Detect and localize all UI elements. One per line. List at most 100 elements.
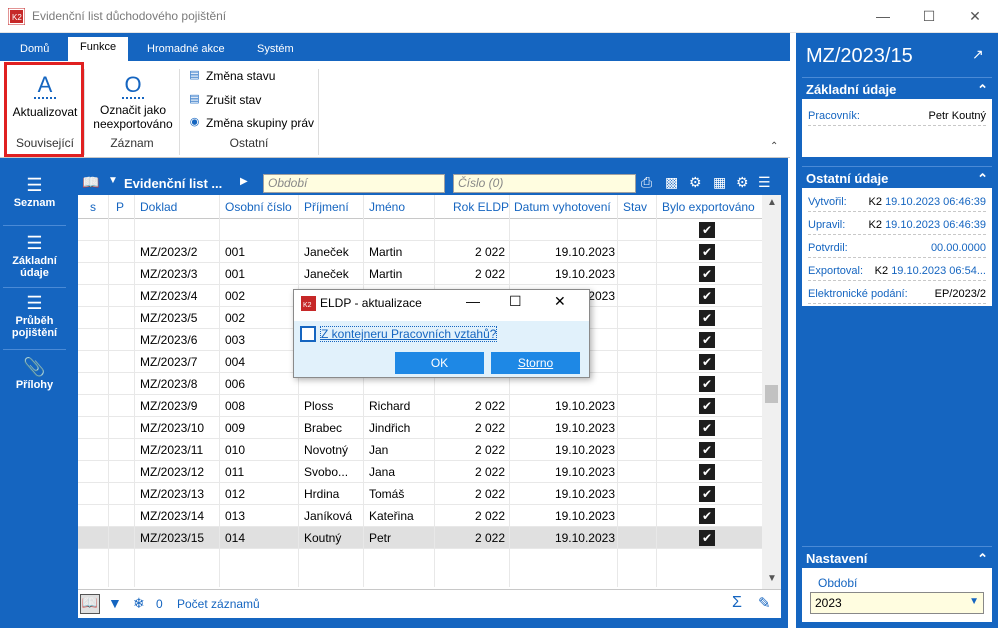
- cell-prijmeni: Janeček: [304, 245, 349, 259]
- vertical-scrollbar[interactable]: ▲ ▼: [762, 195, 781, 589]
- exported-checkbox[interactable]: ✔: [699, 244, 715, 260]
- obdobi-select[interactable]: 2023 ▼: [810, 592, 984, 614]
- cell-osc: 014: [225, 531, 246, 545]
- exported-checkbox[interactable]: ✔: [699, 486, 715, 502]
- nav-zakladni-udaje[interactable]: ☰ Základní údaje: [3, 226, 66, 288]
- collapse-ribbon-icon[interactable]: ⌃: [770, 141, 778, 152]
- cislo-filter-input[interactable]: Číslo (0): [453, 174, 636, 193]
- table-row[interactable]: ✔: [78, 219, 762, 241]
- scroll-down-icon[interactable]: ▼: [767, 573, 777, 584]
- dropdown-icon[interactable]: ▼: [969, 596, 979, 607]
- col-prijmeni[interactable]: Příjmení: [304, 200, 349, 214]
- kontejner-label[interactable]: Z kontejneru Pracovních vztahů?: [319, 326, 498, 342]
- record-count-label[interactable]: Počet záznamů: [177, 597, 260, 611]
- exportoval-date: 19.10.2023 06:54...: [891, 265, 986, 277]
- table-row[interactable]: MZ/2023/14 013 Janíková Kateřina 2 022 19.10.…: [78, 505, 762, 527]
- cell-prijmeni: Svobo...: [304, 465, 349, 479]
- table-row[interactable]: MZ/2023/10 009 Brabec Jindřich 2 022 19.10.20…: [78, 417, 762, 439]
- exported-checkbox[interactable]: ✔: [699, 420, 715, 436]
- cell-datum: 19.10.2023: [554, 487, 615, 501]
- menu-icon[interactable]: ☰: [758, 174, 771, 191]
- collapse-icon-2[interactable]: ⌃: [977, 171, 988, 187]
- columns-icon[interactable]: ▦: [713, 174, 726, 191]
- section-nastaveni[interactable]: Nastavení ⌃: [802, 546, 992, 568]
- sum-icon[interactable]: Σ: [732, 594, 742, 612]
- exported-checkbox[interactable]: ✔: [699, 266, 715, 282]
- exported-checkbox[interactable]: ✔: [699, 530, 715, 546]
- cell-jmeno: Jindřich: [369, 421, 411, 435]
- maximize-button[interactable]: ☐: [906, 0, 952, 32]
- col-doklad[interactable]: Doklad: [140, 200, 177, 214]
- scroll-up-icon[interactable]: ▲: [767, 197, 777, 208]
- table-row[interactable]: MZ/2023/13 012 Hrdina Tomáš 2 022 19.10.2023 ✔: [78, 483, 762, 505]
- tab-system[interactable]: Systém: [257, 43, 294, 55]
- cell-datum: 19.10.2023: [554, 399, 615, 413]
- dialog-title: ELDP - aktualizace: [320, 296, 422, 310]
- col-bylo-exportovano[interactable]: Bylo exportováno: [662, 200, 755, 214]
- tab-domu[interactable]: Domů: [20, 43, 49, 55]
- chart-icon[interactable]: ▩: [665, 174, 678, 191]
- col-p[interactable]: P: [116, 200, 124, 214]
- book-footer-icon[interactable]: 📖: [80, 594, 100, 614]
- chevron-down-icon[interactable]: ▼: [108, 175, 118, 186]
- table-row[interactable]: MZ/2023/12 011 Svobo... Jana 2 022 19.10.2023…: [78, 461, 762, 483]
- obdobi-filter-input[interactable]: Období: [263, 174, 445, 193]
- col-rok-eldp[interactable]: Rok ELDP: [453, 200, 509, 214]
- scroll-thumb[interactable]: [765, 385, 778, 403]
- oznacit-neexportovano-button[interactable]: O Označit jako neexportováno: [90, 73, 176, 132]
- section-zakladni-udaje[interactable]: Základní údaje ⌃: [802, 77, 992, 99]
- table-row[interactable]: MZ/2023/15 014 Koutný Petr 2 022 19.10.2023 ✔: [78, 527, 762, 549]
- tab-funkce[interactable]: Funkce: [68, 37, 129, 61]
- zmena-stavu-button[interactable]: ▤ Změna stavu: [188, 67, 275, 85]
- exported-checkbox[interactable]: ✔: [699, 398, 715, 414]
- filter-icon[interactable]: ▼: [108, 595, 122, 611]
- nav-prilohy[interactable]: 📎 Přílohy: [3, 350, 66, 408]
- ok-button[interactable]: OK: [395, 352, 484, 374]
- dialog-close-button[interactable]: ✕: [554, 293, 566, 310]
- minimize-button[interactable]: —: [860, 0, 906, 32]
- exported-checkbox[interactable]: ✔: [699, 288, 715, 304]
- exported-checkbox[interactable]: ✔: [699, 332, 715, 348]
- exported-checkbox[interactable]: ✔: [699, 376, 715, 392]
- dialog-maximize-button[interactable]: ☐: [509, 293, 522, 310]
- storno-button[interactable]: Storno: [491, 352, 580, 374]
- kontejner-checkbox[interactable]: [300, 326, 316, 342]
- collapse-icon-3[interactable]: ⌃: [977, 551, 988, 567]
- settings-icon[interactable]: ⚙: [736, 174, 749, 191]
- table-row[interactable]: MZ/2023/9 008 Ploss Richard 2 022 19.10.2023 ✔: [78, 395, 762, 417]
- exported-checkbox[interactable]: ✔: [699, 310, 715, 326]
- table-row[interactable]: MZ/2023/11 010 Novotný Jan 2 022 19.10.2023 ✔: [78, 439, 762, 461]
- exported-checkbox[interactable]: ✔: [699, 442, 715, 458]
- zmena-skupiny-prav-button[interactable]: ◉ Změna skupiny práv: [188, 114, 314, 132]
- exported-checkbox[interactable]: ✔: [699, 464, 715, 480]
- col-datum-vyhotoveni[interactable]: Datum vyhotovení: [514, 200, 611, 214]
- collapse-icon[interactable]: ⌃: [977, 82, 988, 98]
- print-icon[interactable]: ⎙: [641, 174, 652, 191]
- grid-name[interactable]: Evidenční list ...: [124, 176, 222, 191]
- tab-hromadne-akce[interactable]: Hromadné akce: [147, 43, 225, 55]
- close-button[interactable]: ✕: [952, 0, 998, 32]
- exported-checkbox[interactable]: ✔: [699, 354, 715, 370]
- col-osobni-cislo[interactable]: Osobní číslo: [225, 200, 292, 214]
- popout-icon[interactable]: ↗: [972, 46, 984, 63]
- vytvoril-user: K2: [868, 196, 882, 208]
- table-row[interactable]: MZ/2023/2 001 Janeček Martin 2 022 19.10.2023…: [78, 241, 762, 263]
- oznacit-icon: O: [122, 73, 144, 99]
- nav-seznam[interactable]: ☰ Seznam: [3, 166, 66, 226]
- zrusit-stav-button[interactable]: ▤ Zrušit stav: [188, 91, 261, 109]
- edit-icon[interactable]: ✎: [758, 594, 771, 612]
- col-stav[interactable]: Stav: [623, 200, 647, 214]
- cell-datum: 19.10.2023: [554, 465, 615, 479]
- exported-checkbox[interactable]: ✔: [699, 508, 715, 524]
- dialog-minimize-button[interactable]: —: [466, 293, 480, 309]
- snowflake-icon[interactable]: ❄: [133, 595, 145, 612]
- col-s[interactable]: s: [90, 200, 96, 214]
- book-icon[interactable]: 📖: [82, 174, 99, 191]
- nav-prubeh-pojisteni[interactable]: ☰ Průběh pojištění: [3, 288, 66, 350]
- col-jmeno[interactable]: Jméno: [369, 200, 405, 214]
- table-row[interactable]: MZ/2023/3 001 Janeček Martin 2 022 19.10.2023…: [78, 263, 762, 285]
- exported-checkbox[interactable]: ✔: [699, 222, 715, 238]
- play-icon[interactable]: ▶: [240, 176, 248, 187]
- groups-icon[interactable]: ⚙: [689, 174, 702, 191]
- section-ostatni-udaje[interactable]: Ostatní údaje ⌃: [802, 166, 992, 188]
